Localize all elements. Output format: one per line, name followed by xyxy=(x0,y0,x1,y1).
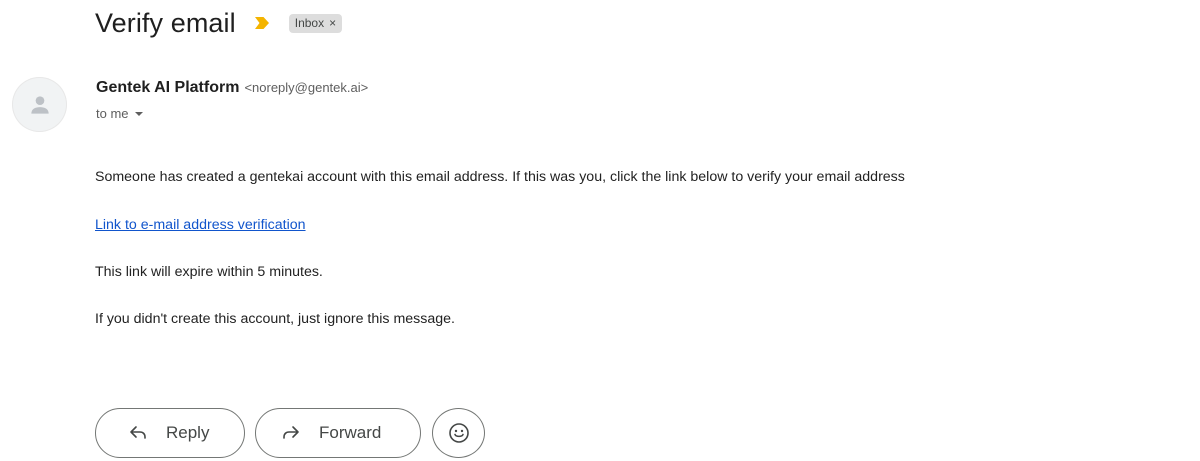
email-body-paragraph-2: This link will expire within 5 minutes. xyxy=(95,264,323,280)
reply-label: Reply xyxy=(166,423,210,442)
forward-label: Forward xyxy=(319,423,382,442)
importance-marker-icon[interactable] xyxy=(254,16,270,30)
forward-button[interactable]: Forward xyxy=(255,408,421,458)
person-icon xyxy=(30,95,49,114)
email-view: Verify email Inbox × Gentek AI Platform … xyxy=(0,0,1200,461)
email-body-paragraph-1: Someone has created a gentekai account w… xyxy=(95,169,905,185)
subject-row: Verify email Inbox × xyxy=(95,3,343,43)
verification-link[interactable]: Link to e-mail address verification xyxy=(95,217,306,233)
sender-avatar[interactable] xyxy=(12,77,67,132)
remove-label-icon[interactable]: × xyxy=(329,16,336,30)
label-chip-text: Inbox xyxy=(294,16,325,30)
email-subject: Verify email xyxy=(95,7,236,38)
sender-name[interactable]: Gentek AI Platform xyxy=(96,79,239,97)
recipient-text: to me xyxy=(96,106,129,121)
reply-arrow-icon xyxy=(130,426,146,439)
message-actions: Reply Forward xyxy=(95,408,485,458)
sender-line: Gentek AI Platform <noreply@gentek.ai> xyxy=(96,79,368,97)
smiley-icon xyxy=(448,423,469,443)
recipient-details-toggle[interactable]: to me xyxy=(96,106,143,121)
chevron-down-icon[interactable] xyxy=(134,111,143,116)
sender-email: <noreply@gentek.ai> xyxy=(244,80,369,95)
reply-button[interactable]: Reply xyxy=(95,408,245,458)
email-body-paragraph-3: If you didn't create this account, just … xyxy=(95,311,455,327)
label-chip-inbox[interactable]: Inbox × xyxy=(288,13,343,33)
forward-arrow-icon xyxy=(283,426,299,439)
emoji-reaction-button[interactable] xyxy=(432,408,485,458)
